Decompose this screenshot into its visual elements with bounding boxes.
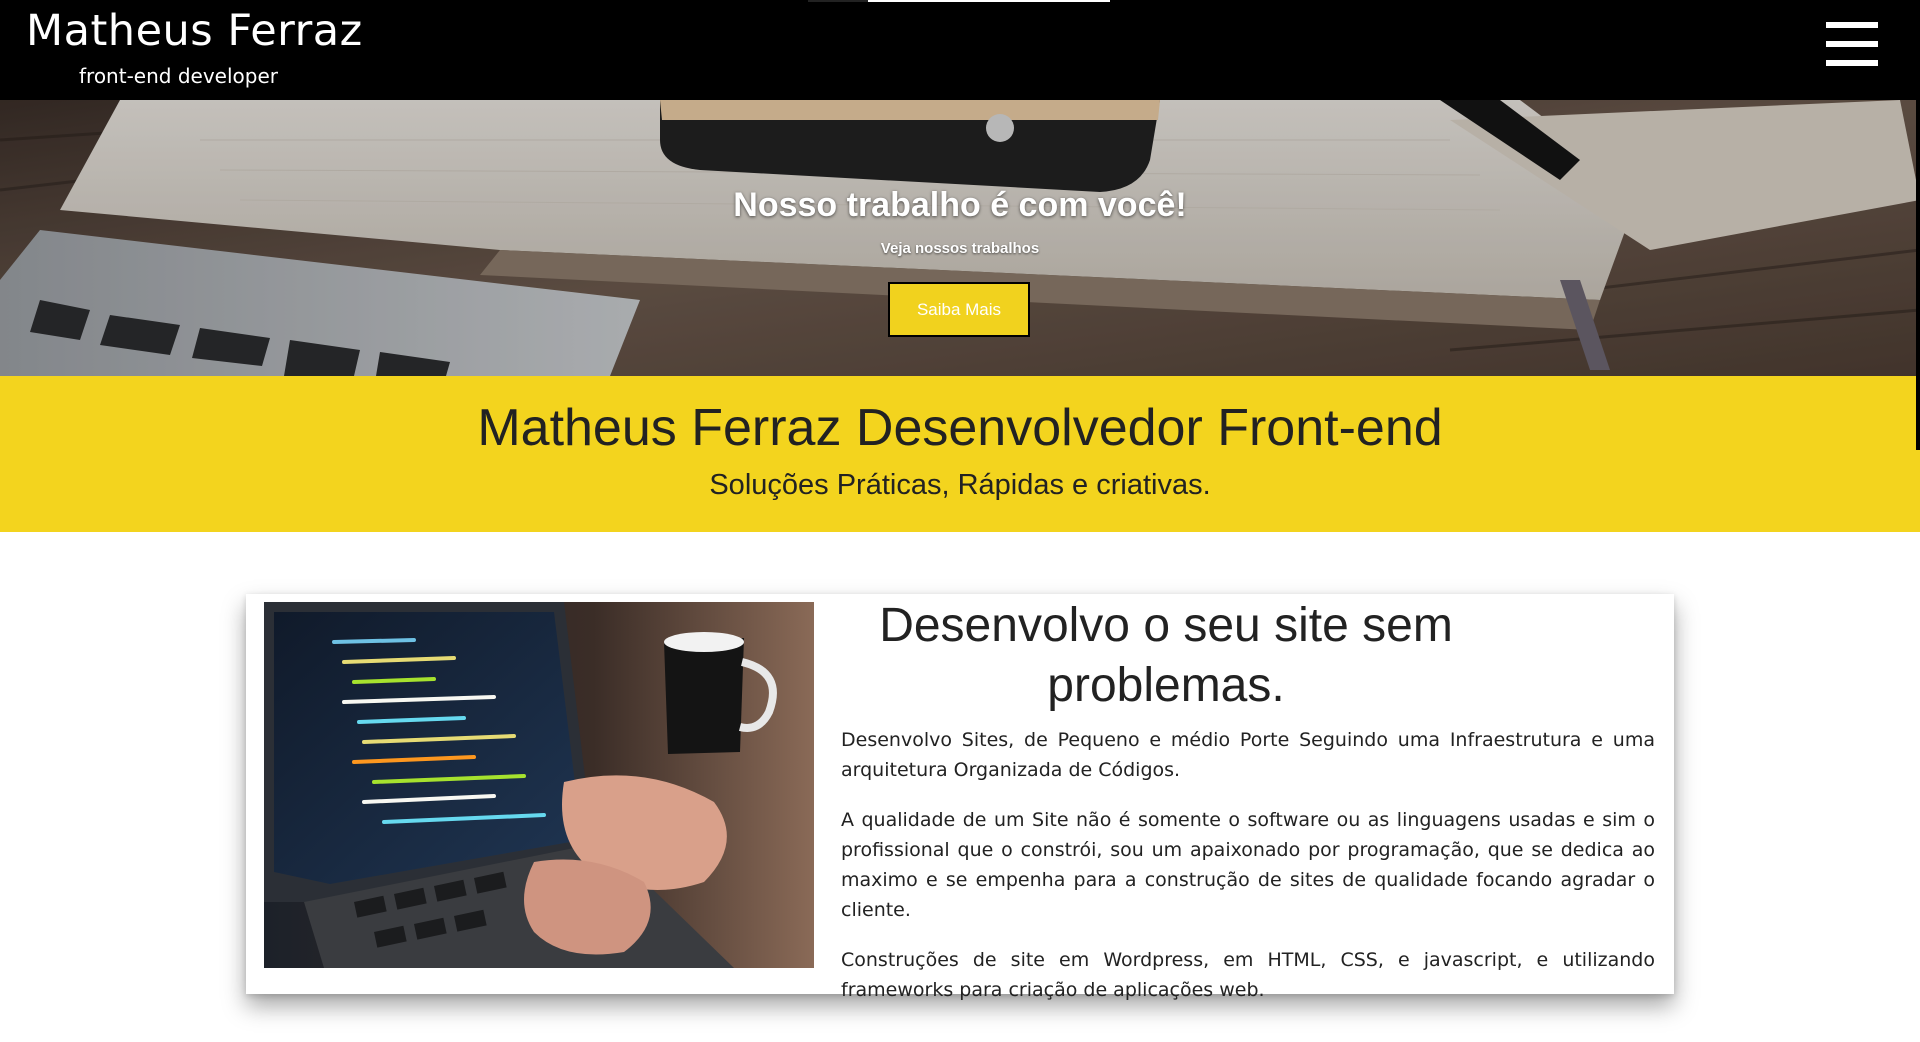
card-title: Desenvolvo o seu site sem problemas.: [879, 599, 1453, 712]
hamburger-menu-icon[interactable]: [1826, 22, 1878, 66]
hero-banner: Nosso trabalho é com você! Veja nossos t…: [0, 100, 1920, 376]
card-paragraph-1: Desenvolvo Sites, de Pequeno e médio Por…: [841, 729, 1655, 781]
page-edge-bar: [1916, 0, 1920, 450]
laptop-coding-photo: [264, 602, 814, 968]
card-paragraph-3: Construções de site em Wordpress, em HTM…: [841, 949, 1655, 1001]
hero-subtitle: Veja nossos trabalhos: [880, 240, 1040, 257]
site-header: Matheus Ferraz front-end developer: [0, 0, 1920, 100]
card-paragraph-2: A qualidade de um Site não é somente o s…: [841, 809, 1655, 921]
hero-title: Nosso trabalho é com você!: [733, 186, 1187, 224]
band-subtitle: Soluções Práticas, Rápidas e criativas.: [709, 469, 1211, 501]
band-title: Matheus Ferraz Desenvolvedor Front-end: [477, 399, 1443, 457]
brand-subtitle: front-end developer: [79, 64, 278, 88]
intro-band: Matheus Ferraz Desenvolvedor Front-end S…: [0, 376, 1920, 532]
about-card: Desenvolvo o seu site sem problemas. Des…: [246, 594, 1674, 1001]
brand-title[interactable]: Matheus Ferraz: [26, 6, 363, 56]
card-description: Desenvolvo Sites, de Pequeno e médio Por…: [841, 725, 1655, 1025]
top-tab-indicator-active: [868, 0, 1110, 2]
top-tab-indicator: [808, 0, 868, 2]
saiba-mais-button[interactable]: Saiba Mais: [888, 282, 1030, 337]
